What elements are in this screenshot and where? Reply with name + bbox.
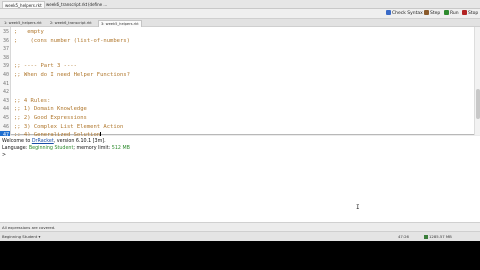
status-bar: Beginning Student ▾ 47:26 1285.57 MB (0, 231, 480, 241)
vertical-scrollbar[interactable] (474, 27, 480, 135)
run-button[interactable]: Run (444, 10, 459, 18)
line-number: 44 (2, 106, 9, 113)
scrollbar-thumb[interactable] (476, 89, 480, 119)
cursor-position: 47:26 (398, 234, 409, 239)
stop-icon (462, 10, 467, 15)
code-text: ; empty (14, 29, 44, 35)
code-text: ; (cons number (list-of-numbers) (14, 37, 130, 44)
code-text: ;; When do I need Helper Functions? (14, 72, 130, 78)
toolbar: Check Syntax Step Run Stop (0, 9, 480, 19)
code-line[interactable]: ;; ---- Part 3 ---- (14, 62, 77, 71)
check-syntax-label: Check Syntax (392, 11, 423, 16)
magnifier-icon (386, 10, 391, 15)
code-line[interactable]: ;; 1) Domain Knowledge (14, 105, 87, 114)
version-text: , version 6.10.1 [3m]. (53, 139, 106, 144)
memory-limit-value: 512 MB (111, 146, 130, 151)
check-syntax-button[interactable]: Check Syntax (386, 10, 423, 18)
code-line[interactable]: ;; 2) Good Expressions (14, 114, 87, 123)
interactions-pane[interactable]: Welcome to DrRacket, version 6.10.1 [3m]… (0, 136, 480, 230)
line-number: 40 (2, 72, 9, 78)
line-number: 38 (2, 54, 9, 61)
welcome-prefix: Welcome to (2, 139, 32, 144)
code-text: ;; ---- Part 3 ---- (14, 63, 77, 70)
language-menu[interactable]: Beginning Student ▾ (2, 232, 40, 241)
memory-usage[interactable]: 1285.57 MB (424, 232, 452, 241)
message-bar: All expressions are covered. (0, 222, 480, 231)
gc-icon (424, 235, 428, 239)
language-prefix: Language: (2, 146, 29, 151)
line-number: 39 (2, 63, 9, 70)
definitions-editor[interactable]: 35363738394041424344454647484950 ; empty… (0, 27, 480, 164)
line-number-gutter: 35363738394041424344454647484950 (0, 27, 11, 164)
memory-limit-label: ; memory limit: (73, 146, 112, 151)
drracket-link[interactable]: DrRacket (32, 139, 54, 144)
line-number: 45 (2, 115, 9, 121)
welcome-line: Welcome to DrRacket, version 6.10.1 [3m]… (2, 138, 106, 145)
code-line[interactable]: ;; 3) Complex List Element Action (14, 123, 123, 132)
code-line[interactable]: ;; 4 Rules: (14, 97, 50, 106)
stop-label: Stop (468, 11, 479, 16)
memory-usage-label: 1285.57 MB (429, 234, 452, 239)
line-number: 41 (2, 80, 9, 87)
file-tabs: 1: week5_helpers.rkt 2: week6_transcript… (0, 19, 480, 27)
line-number: 42 (2, 89, 9, 96)
window-tab-3[interactable]: (define ... (86, 1, 109, 8)
step-button[interactable]: Step (424, 10, 440, 18)
window-tab-1[interactable]: week5_helpers.rkt (2, 1, 45, 8)
step-label: Step (430, 11, 441, 16)
code-line[interactable]: ; empty (14, 28, 44, 37)
line-number: 35 (2, 29, 9, 35)
code-line[interactable]: ;; When do I need Helper Functions? (14, 71, 130, 80)
language-line: Language: Beginning Student; memory limi… (2, 145, 130, 152)
step-icon (424, 10, 429, 15)
ibeam-cursor-icon: I (356, 204, 360, 211)
stop-button[interactable]: Stop (462, 10, 478, 18)
repl-prompt[interactable]: > (2, 152, 6, 159)
line-number: 46 (2, 123, 9, 130)
file-tab-1[interactable]: 1: week5_helpers.rkt (2, 20, 44, 27)
code-line[interactable]: ; (cons number (list-of-numbers) (14, 37, 130, 46)
code-text: ;; 1) Domain Knowledge (14, 106, 87, 113)
line-number: 37 (2, 46, 9, 53)
file-tab-3[interactable]: 3: week5_helpers.rkt (98, 20, 142, 27)
file-tab-2[interactable]: 2: week6_transcript.rkt (48, 20, 94, 27)
code-text: ;; 4 Rules: (14, 97, 51, 104)
run-icon (444, 10, 449, 15)
drracket-window: week5_helpers.rkt week6_transcript.rkt (… (0, 0, 480, 241)
title-bar: week5_helpers.rkt week6_transcript.rkt (… (0, 0, 480, 9)
code-text: ;; 2) Good Expressions (14, 115, 87, 121)
language-name: Beginning Student (28, 146, 74, 151)
line-number: 36 (2, 37, 9, 44)
run-label: Run (450, 11, 459, 16)
line-number: 43 (2, 97, 9, 104)
window-tab-2[interactable]: week6_transcript.rkt (44, 1, 89, 8)
code-text: ;; 3) Complex List Element Action (14, 123, 124, 130)
